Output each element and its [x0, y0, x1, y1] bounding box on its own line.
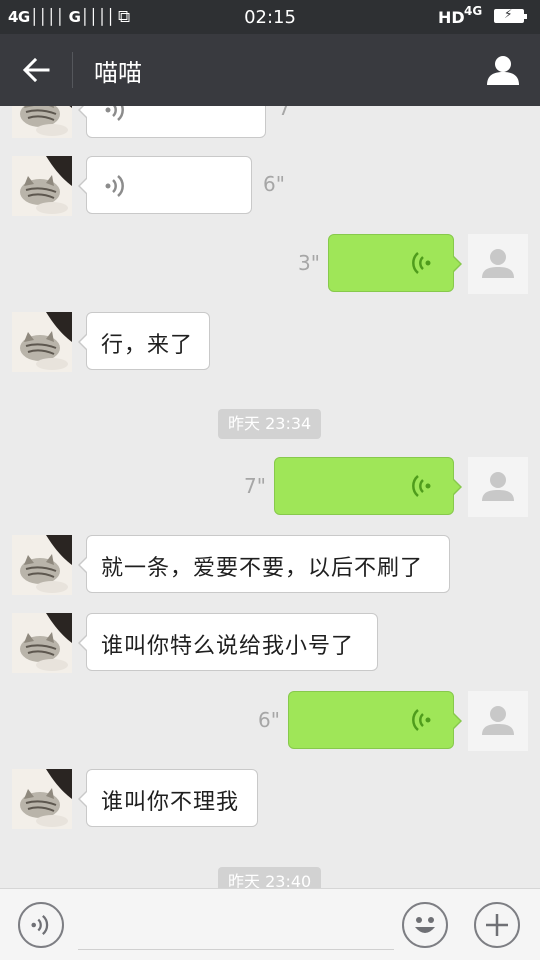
message-text: 谁叫你特么说给我小号了	[101, 634, 355, 659]
voice-wave-icon	[412, 475, 431, 497]
voice-message-bubble[interactable]	[78, 156, 252, 214]
plus-icon	[486, 914, 508, 936]
message-text: 就一条，爱要不要，以后不刷了	[101, 556, 424, 581]
voice-duration: 6"	[263, 172, 285, 196]
chat-header: 喵喵	[0, 34, 540, 106]
voice-duration: 6"	[258, 708, 280, 732]
voice-message-bubble[interactable]	[328, 234, 462, 292]
voice-wave-icon	[412, 709, 431, 731]
emoji-icon	[415, 917, 435, 933]
back-arrow-icon	[22, 58, 50, 82]
voice-wave-icon	[412, 252, 431, 274]
contact-avatar[interactable]	[12, 312, 72, 372]
emoji-button[interactable]	[402, 902, 448, 948]
contact-avatar[interactable]	[12, 535, 72, 595]
self-avatar[interactable]	[468, 234, 528, 294]
back-button[interactable]	[12, 50, 60, 90]
timestamp-label: 昨天 23:40	[218, 867, 322, 888]
contact-avatar[interactable]	[12, 106, 72, 138]
self-avatar[interactable]	[468, 457, 528, 517]
more-button[interactable]	[474, 902, 520, 948]
voice-wave-icon	[105, 175, 124, 197]
voice-message-bubble[interactable]	[78, 106, 266, 138]
person-icon	[487, 56, 519, 85]
voice-wave-icon	[105, 106, 124, 121]
chat-input-bar	[0, 888, 540, 960]
contact-avatar[interactable]	[12, 156, 72, 216]
timestamp-label: 昨天 23:34	[218, 409, 322, 439]
voice-mode-icon	[31, 915, 49, 935]
text-message-bubble[interactable]: 谁叫你不理我	[78, 769, 258, 827]
network-indicator: 4G	[464, 4, 483, 18]
battery-icon: ⚡	[494, 7, 527, 23]
message-input[interactable]	[78, 907, 394, 950]
contact-avatar[interactable]	[12, 769, 72, 829]
hd-indicator: HD	[438, 8, 465, 27]
chat-profile-button[interactable]	[480, 48, 526, 92]
contact-avatar[interactable]	[12, 613, 72, 673]
text-message-bubble[interactable]: 行，来了	[78, 312, 210, 370]
header-divider	[72, 52, 73, 88]
voice-duration: 3"	[298, 251, 320, 275]
message-text: 行，来了	[101, 333, 194, 358]
voice-mode-button[interactable]	[18, 902, 64, 948]
message-list[interactable]: 7" 6" 3" 行，来了 昨天 23:34 7" 就一条，爱要不要，以后不刷了…	[0, 106, 540, 888]
message-text: 谁叫你不理我	[101, 790, 240, 815]
chat-title: 喵喵	[94, 59, 142, 87]
voice-duration: 7"	[278, 106, 300, 120]
voice-duration: 7"	[244, 474, 266, 498]
text-message-bubble[interactable]: 谁叫你特么说给我小号了	[78, 613, 378, 671]
text-message-bubble[interactable]: 就一条，爱要不要，以后不刷了	[78, 535, 450, 593]
voice-message-bubble[interactable]	[274, 457, 462, 515]
status-bar: 4G││││ G││││ ⧉ 02:15 HD 4G ⚡	[0, 0, 540, 34]
self-avatar[interactable]	[468, 691, 528, 751]
voice-message-bubble[interactable]	[288, 691, 462, 749]
